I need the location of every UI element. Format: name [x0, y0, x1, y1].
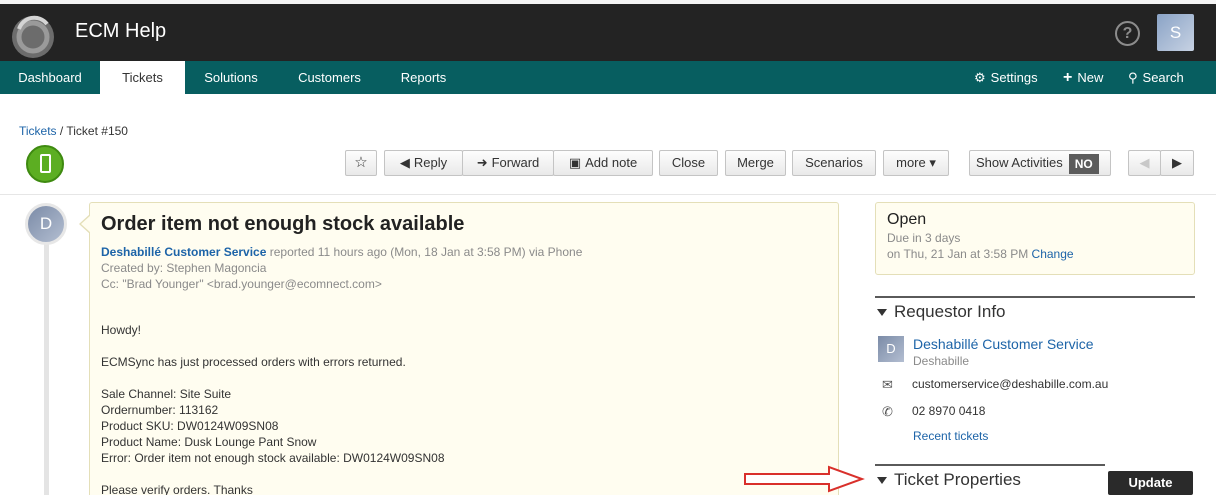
timeline-line [44, 235, 49, 495]
reply-label: Reply [413, 155, 448, 170]
plus-icon: + [1063, 69, 1073, 86]
forward-label: Forward [491, 155, 540, 170]
ticket-reported-line: Deshabillé Customer Service reported 11 … [101, 245, 582, 259]
gear-icon: ⚙ [974, 70, 986, 85]
requestor-company: Deshabille [913, 354, 970, 368]
body-line: Product Name: Dusk Lounge Pant Snow [101, 435, 317, 449]
card-pointer-inner [81, 215, 91, 233]
ticket-properties-title: Ticket Properties [894, 470, 1021, 489]
ticket-properties-header[interactable]: Ticket Properties [875, 464, 1105, 490]
app-logo-icon[interactable] [10, 14, 56, 60]
status-due-date-line: on Thu, 21 Jan at 3:58 PM Change [887, 247, 1074, 261]
app-title: ECM Help [75, 20, 167, 42]
requestor-info-header[interactable]: Requestor Info [875, 296, 1195, 322]
ticket-title: Order item not enough stock available [101, 213, 465, 235]
main-nav: Dashboard Tickets Solutions Customers Re… [0, 61, 1216, 94]
star-button[interactable]: ☆ [345, 150, 377, 176]
body-line: Sale Channel: Site Suite [101, 387, 232, 401]
reply-button[interactable]: ◀ Reply [384, 150, 463, 176]
note-icon: ▣ [568, 155, 582, 170]
chevron-left-icon: ◀ [1139, 155, 1150, 170]
close-button[interactable]: Close [659, 150, 718, 176]
body-line: ECMSync has just processed orders with e… [101, 355, 406, 369]
collapse-triangle-icon [877, 477, 887, 485]
requestor-name-link[interactable]: Deshabillé Customer Service [913, 336, 1094, 352]
status-box: Open Due in 3 days on Thu, 21 Jan at 3:5… [875, 202, 1195, 275]
star-icon: ☆ [354, 154, 368, 171]
created-by: Created by: Stephen Magoncia [101, 261, 267, 275]
more-button[interactable]: more ▾ [883, 150, 949, 176]
add-note-label: Add note [585, 155, 638, 170]
toolbar-divider [0, 194, 1216, 195]
phone-source-icon [26, 145, 64, 183]
reported-text: reported 11 hours ago (Mon, 18 Jan at 3:… [266, 245, 583, 259]
search-icon: ⚲ [1128, 70, 1138, 85]
chevron-right-icon: ▶ [1172, 155, 1182, 170]
requester-avatar: D [25, 203, 67, 245]
ticket-message-card: Order item not enough stock available De… [89, 202, 839, 495]
requestor-avatar: D [878, 336, 904, 362]
cc-line: Cc: "Brad Younger" <brad.younger@ecomnec… [101, 277, 382, 291]
requestor-email: customerservice@deshabille.com.au [912, 377, 1109, 391]
recent-tickets-link[interactable]: Recent tickets [913, 429, 988, 443]
requestor-phone: 02 8970 0418 [912, 404, 986, 418]
status-due: Due in 3 days [887, 231, 961, 245]
body-line: Howdy! [101, 323, 142, 337]
nav-dashboard[interactable]: Dashboard [0, 61, 100, 94]
body-line: Error: Order item not enough stock avail… [101, 451, 445, 465]
add-note-button[interactable]: ▣ Add note [553, 150, 653, 176]
email-icon: ✉ [882, 377, 893, 392]
breadcrumb: Tickets / Ticket #150 [19, 124, 128, 138]
next-ticket-button[interactable]: ▶ [1160, 150, 1194, 176]
search-label: Search [1142, 70, 1184, 85]
requestor-info-title: Requestor Info [894, 302, 1006, 321]
user-avatar[interactable]: S [1157, 14, 1194, 51]
merge-button[interactable]: Merge [725, 150, 786, 176]
collapse-triangle-icon [877, 309, 887, 317]
forward-icon: ➜ [476, 155, 488, 170]
reply-icon: ◀ [399, 155, 410, 170]
breadcrumb-current: Ticket #150 [66, 124, 128, 138]
search-link[interactable]: ⚲ Search [1128, 61, 1184, 94]
nav-customers[interactable]: Customers [277, 61, 382, 94]
body-line: Product SKU: DW0124W09SN08 [101, 419, 279, 433]
new-label: New [1077, 70, 1104, 85]
breadcrumb-separator: / [59, 124, 64, 138]
nav-tickets[interactable]: Tickets [100, 61, 185, 94]
nav-solutions[interactable]: Solutions [185, 61, 277, 94]
forward-button[interactable]: ➜ Forward [462, 150, 554, 176]
requester-link[interactable]: Deshabillé Customer Service [101, 245, 266, 259]
update-button[interactable]: Update [1108, 471, 1193, 495]
change-due-link[interactable]: Change [1032, 247, 1074, 261]
phone-icon: ✆ [882, 404, 893, 419]
settings-link[interactable]: ⚙ Settings [974, 61, 1038, 94]
show-activities-label: Show Activities [976, 155, 1063, 170]
new-link[interactable]: + New [1063, 61, 1103, 94]
help-icon[interactable]: ? [1115, 21, 1140, 46]
status-due-date: on Thu, 21 Jan at 3:58 PM [887, 247, 1032, 261]
toggle-state: NO [1068, 153, 1099, 174]
breadcrumb-tickets-link[interactable]: Tickets [19, 124, 57, 138]
prev-ticket-button[interactable]: ◀ [1128, 150, 1161, 176]
top-header: ECM Help ? S [0, 0, 1216, 61]
nav-reports[interactable]: Reports [382, 61, 465, 94]
status-state: Open [887, 211, 927, 228]
annotation-arrow-icon [744, 465, 865, 493]
scenarios-button[interactable]: Scenarios [792, 150, 876, 176]
show-activities-toggle[interactable]: Show Activities NO [969, 150, 1111, 176]
body-line: Please verify orders. Thanks [101, 483, 253, 495]
settings-label: Settings [990, 70, 1038, 85]
body-line: Ordernumber: 113162 [101, 403, 219, 417]
